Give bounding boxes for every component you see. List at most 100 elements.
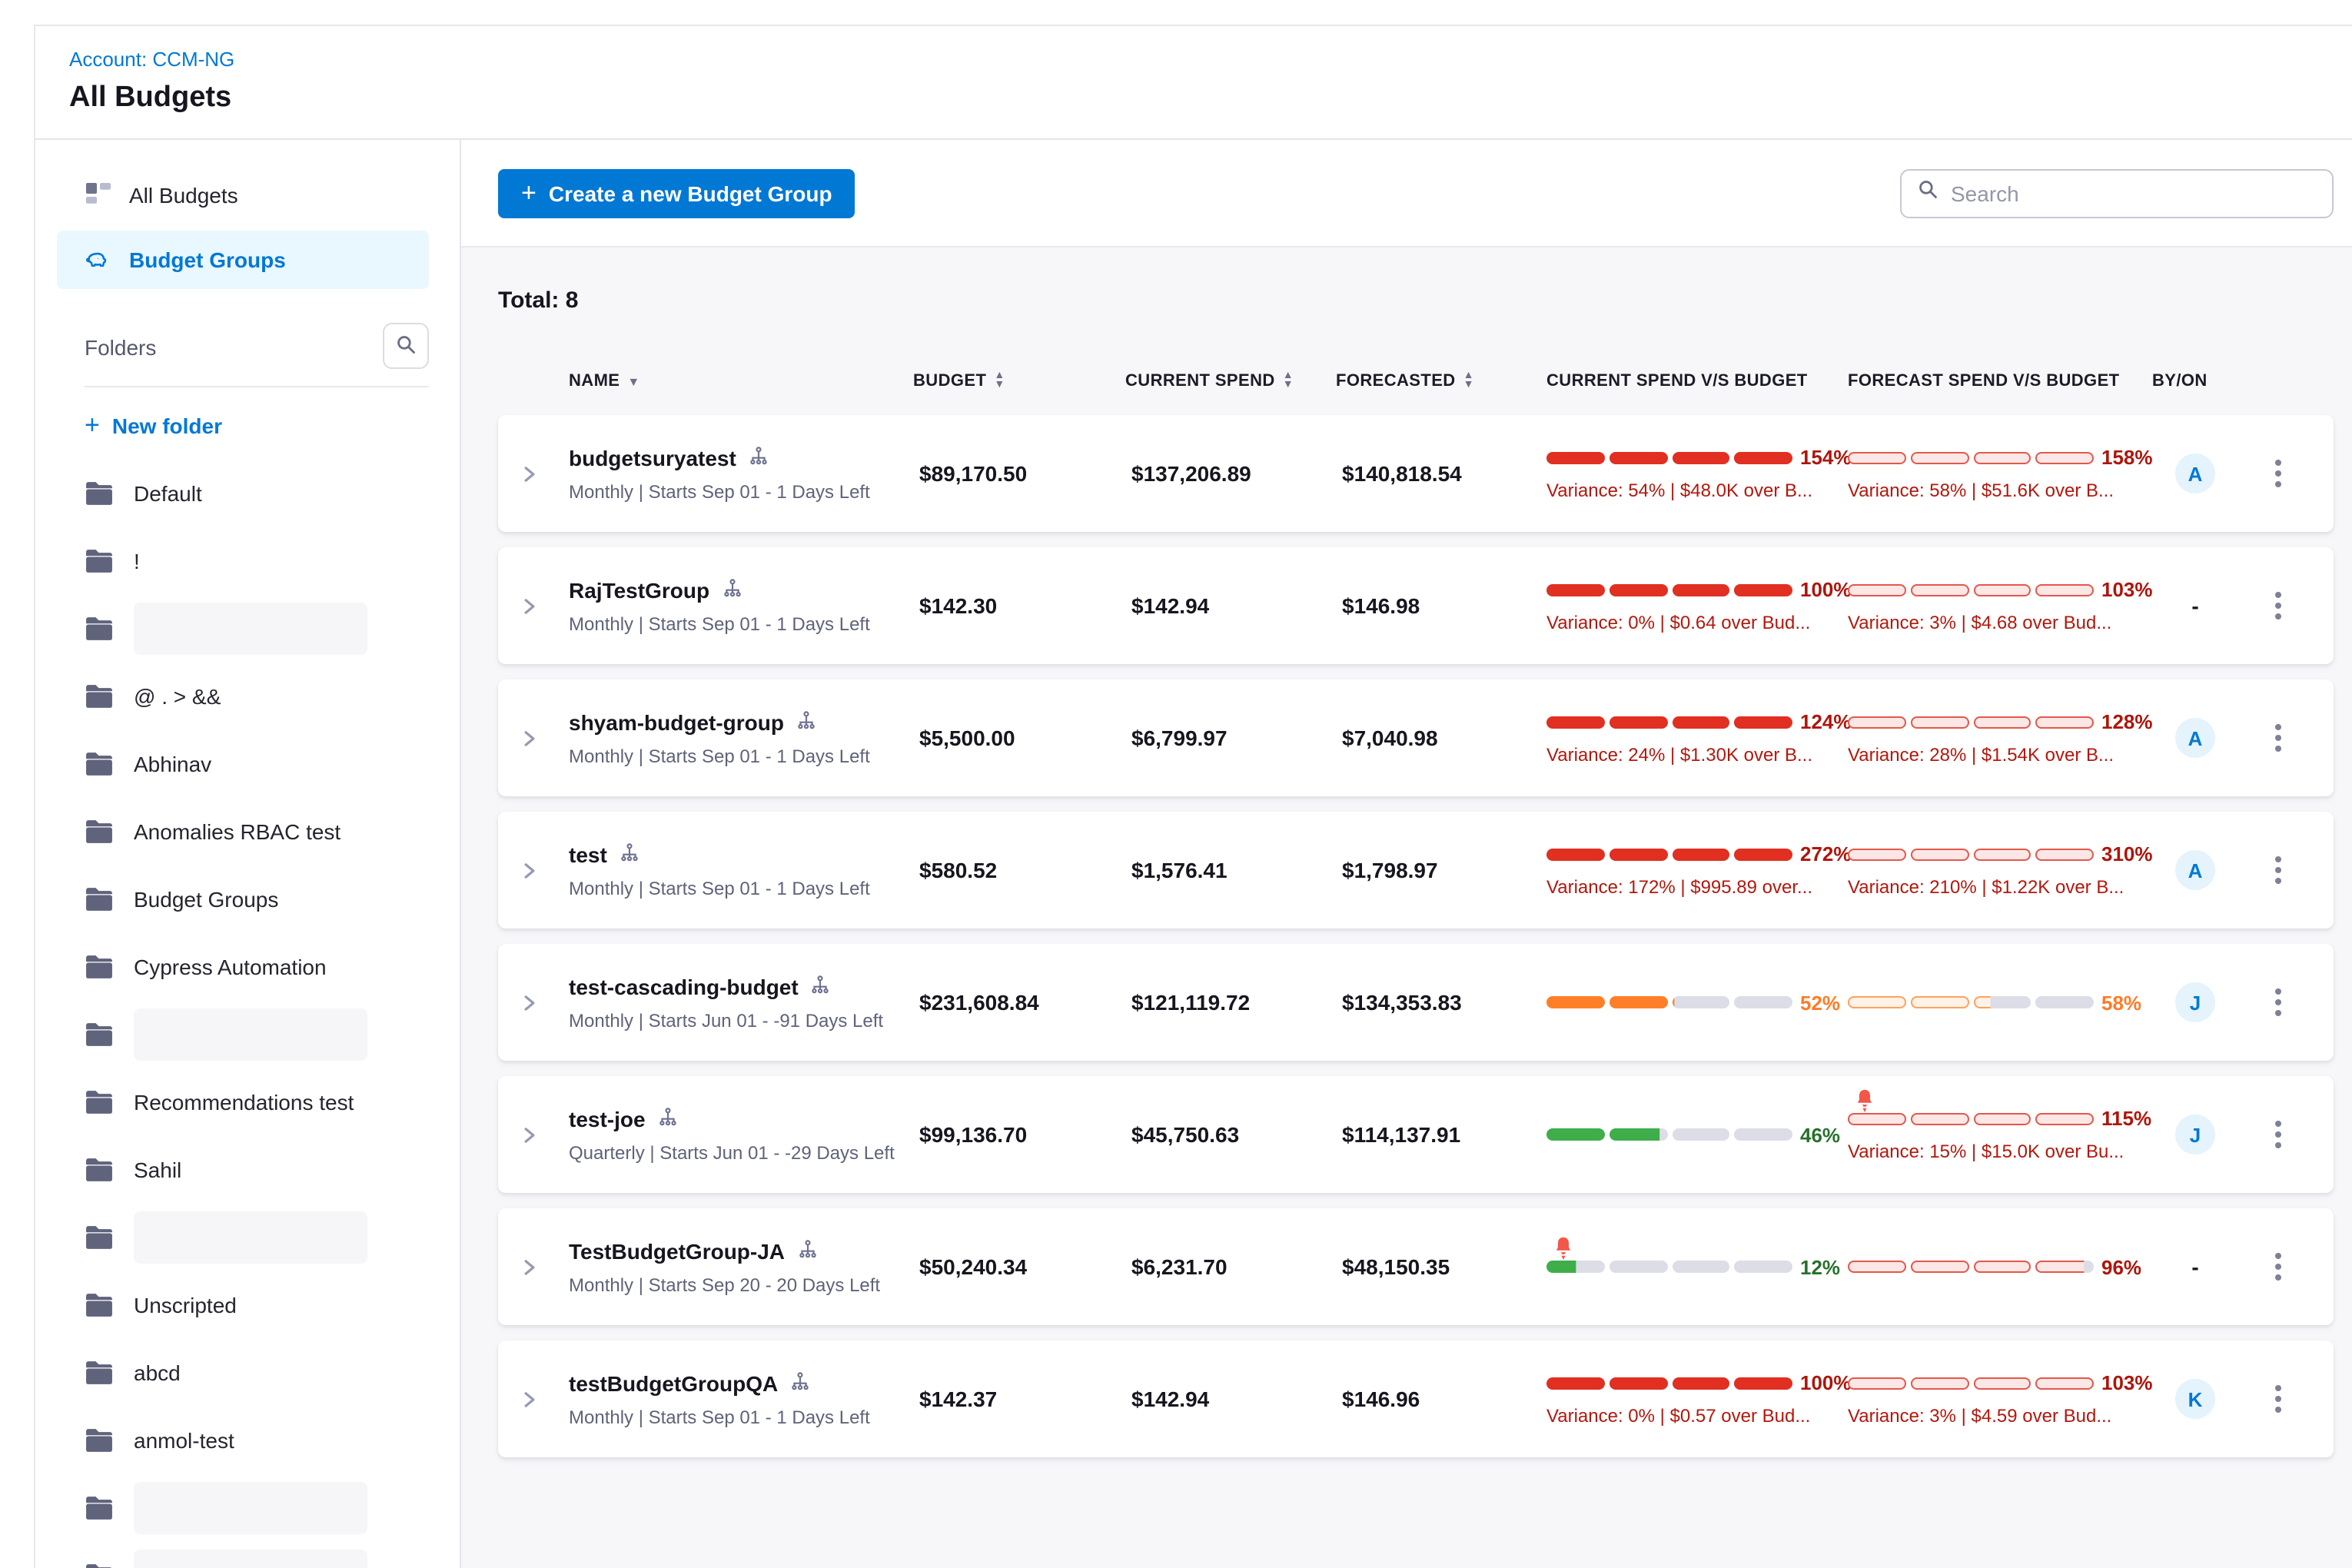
forecasted-value: $1,798.97	[1336, 858, 1546, 882]
budget-schedule: Monthly | Starts Sep 20 - 20 Days Left	[569, 1274, 913, 1295]
search-placeholder: Search	[1951, 181, 2019, 205]
hierarchy-icon	[797, 1238, 817, 1263]
name-cell: budgetsuryatest Monthly | Starts Sep 01 …	[569, 445, 913, 502]
folder-item[interactable]: abcd	[35, 1339, 460, 1407]
budget-group-row[interactable]: test-joe Quarterly | Starts Jun 01 - -29…	[498, 1076, 2334, 1193]
column-header-current-spend[interactable]: CURRENT SPEND▲▼	[1125, 372, 1336, 390]
folder-item[interactable]: anmol-test	[35, 1407, 460, 1474]
folder-label: anmol-test	[134, 1428, 234, 1453]
folder-search-button[interactable]	[383, 323, 429, 369]
main-content: + Create a new Budget Group Search Total…	[460, 140, 2352, 1568]
current-spend-value: $1,576.41	[1125, 858, 1336, 882]
search-input[interactable]: Search	[1900, 168, 2334, 218]
forecast-spend-vs-budget-cell: 103%Variance: 3% | $4.68 over Bud...	[1848, 547, 2152, 664]
forecast-percentage: 128%	[2101, 710, 2153, 733]
new-folder-label: New folder	[112, 414, 222, 438]
forecast-variance-text: Variance: 28% | $1.54K over B...	[1848, 744, 2152, 766]
budget-group-row[interactable]: test-cascading-budget Monthly | Starts J…	[498, 944, 2334, 1061]
row-menu-button[interactable]	[2260, 1244, 2297, 1290]
column-header-budget[interactable]: BUDGET▲▼	[913, 372, 1125, 390]
folder-item[interactable]	[35, 595, 460, 663]
create-budget-group-button[interactable]: + Create a new Budget Group	[498, 168, 855, 218]
plus-icon: +	[85, 410, 100, 441]
column-label: FORECAST SPEND V/S BUDGET	[1848, 372, 2120, 390]
budget-schedule: Quarterly | Starts Jun 01 - -29 Days Lef…	[569, 1141, 913, 1163]
name-cell: RajTestGroup Monthly | Starts Sep 01 - 1…	[569, 577, 913, 634]
budget-group-row[interactable]: RajTestGroup Monthly | Starts Sep 01 - 1…	[498, 547, 2334, 664]
current-percentage: 100%	[1800, 578, 1852, 601]
budget-group-row[interactable]: TestBudgetGroup-JA Monthly | Starts Sep …	[498, 1208, 2334, 1325]
redacted-folder-label	[134, 1211, 367, 1264]
budget-value: $99,136.70	[913, 1122, 1125, 1147]
folder-item[interactable]	[35, 1474, 460, 1542]
budget-group-name: RajTestGroup	[569, 577, 709, 602]
folder-item[interactable]: Anomalies RBAC test	[35, 798, 460, 865]
chevron-right-icon[interactable]	[520, 992, 569, 1012]
redacted-folder-label	[134, 1550, 367, 1568]
folder-item[interactable]: !	[35, 527, 460, 595]
forecast-bar	[1848, 1377, 2094, 1389]
chevron-right-icon[interactable]	[520, 1389, 569, 1409]
budget-value: $142.30	[913, 593, 1125, 618]
current-spend-vs-budget-cell: 100%Variance: 0% | $0.57 over Bud...	[1546, 1340, 1848, 1457]
name-cell: TestBudgetGroup-JA Monthly | Starts Sep …	[569, 1238, 913, 1295]
row-menu-button[interactable]	[2260, 1111, 2297, 1158]
new-folder-button[interactable]: + New folder	[85, 410, 460, 441]
sort-desc-icon: ▼	[627, 374, 639, 388]
current-spend-value: $142.94	[1125, 1387, 1336, 1411]
chevron-right-icon[interactable]	[520, 728, 569, 748]
folder-item[interactable]: Recommendations test	[35, 1068, 460, 1136]
row-menu-button[interactable]	[2260, 450, 2297, 497]
budget-schedule: Monthly | Starts Sep 01 - 1 Days Left	[569, 745, 913, 766]
chevron-right-icon[interactable]	[520, 860, 569, 880]
chevron-right-icon[interactable]	[520, 596, 569, 616]
sidebar-item-budget-groups[interactable]: Budget Groups	[57, 231, 429, 289]
budget-group-row[interactable]: shyam-budget-group Monthly | Starts Sep …	[498, 679, 2334, 796]
budget-alert-bell-icon	[1854, 1088, 1875, 1114]
current-spend-vs-budget-cell: 46%	[1546, 1076, 1848, 1193]
row-menu-button[interactable]	[2260, 979, 2297, 1025]
budget-group-row[interactable]: budgetsuryatest Monthly | Starts Sep 01 …	[498, 415, 2334, 532]
budget-group-row[interactable]: test Monthly | Starts Sep 01 - 1 Days Le…	[498, 812, 2334, 929]
folder-item[interactable]	[35, 1542, 460, 1568]
sidebar-item-all-budgets[interactable]: All Budgets	[57, 166, 429, 224]
sidebar-item-label: Budget Groups	[129, 247, 286, 272]
budget-group-row[interactable]: testBudgetGroupQA Monthly | Starts Sep 0…	[498, 1340, 2334, 1457]
row-menu-button[interactable]	[2260, 715, 2297, 761]
folder-item[interactable]: Cypress Automation	[35, 933, 460, 1001]
folder-label: @ . > &&	[134, 684, 221, 709]
current-spend-vs-budget-cell: 100%Variance: 0% | $0.64 over Bud...	[1546, 547, 1848, 664]
owner-avatar: A	[2175, 850, 2215, 890]
row-menu-button[interactable]	[2260, 583, 2297, 629]
row-menu-button[interactable]	[2260, 1376, 2297, 1422]
folder-item[interactable]: @ . > &&	[35, 663, 460, 730]
folder-item[interactable]: Budget Groups	[35, 865, 460, 933]
folder-item[interactable]: Sahil	[35, 1136, 460, 1204]
budget-value: $50,240.34	[913, 1254, 1125, 1279]
folder-item[interactable]: Abhinav	[35, 730, 460, 798]
hierarchy-icon	[796, 709, 816, 734]
by-on-dash: -	[2191, 1254, 2198, 1279]
by-on-cell: J	[2152, 982, 2238, 1022]
folder-item[interactable]: Default	[35, 460, 460, 527]
account-breadcrumb-link[interactable]: Account: CCM-NG	[69, 48, 234, 71]
hierarchy-icon	[811, 974, 831, 998]
column-header-forecasted[interactable]: FORECASTED▲▼	[1336, 372, 1546, 390]
folder-icon	[85, 1022, 114, 1047]
current-spend-vs-budget-cell: 52%	[1546, 944, 1848, 1061]
folder-item[interactable]	[35, 1204, 460, 1271]
folder-label: Sahil	[134, 1158, 181, 1182]
chevron-right-icon[interactable]	[520, 1125, 569, 1144]
column-header-name[interactable]: NAME▼	[569, 372, 913, 390]
row-menu-button[interactable]	[2260, 847, 2297, 893]
budget-value: $5,500.00	[913, 726, 1125, 750]
chevron-right-icon[interactable]	[520, 1257, 569, 1277]
chevron-right-icon[interactable]	[520, 463, 569, 483]
folder-item[interactable]: Unscripted	[35, 1271, 460, 1339]
folder-icon	[85, 1293, 114, 1317]
folder-item[interactable]	[35, 1001, 460, 1068]
folder-label: Budget Groups	[134, 887, 278, 912]
owner-avatar: K	[2175, 1379, 2215, 1419]
forecast-spend-vs-budget-cell: 58%	[1848, 944, 2152, 1061]
current-bar	[1546, 583, 1792, 596]
